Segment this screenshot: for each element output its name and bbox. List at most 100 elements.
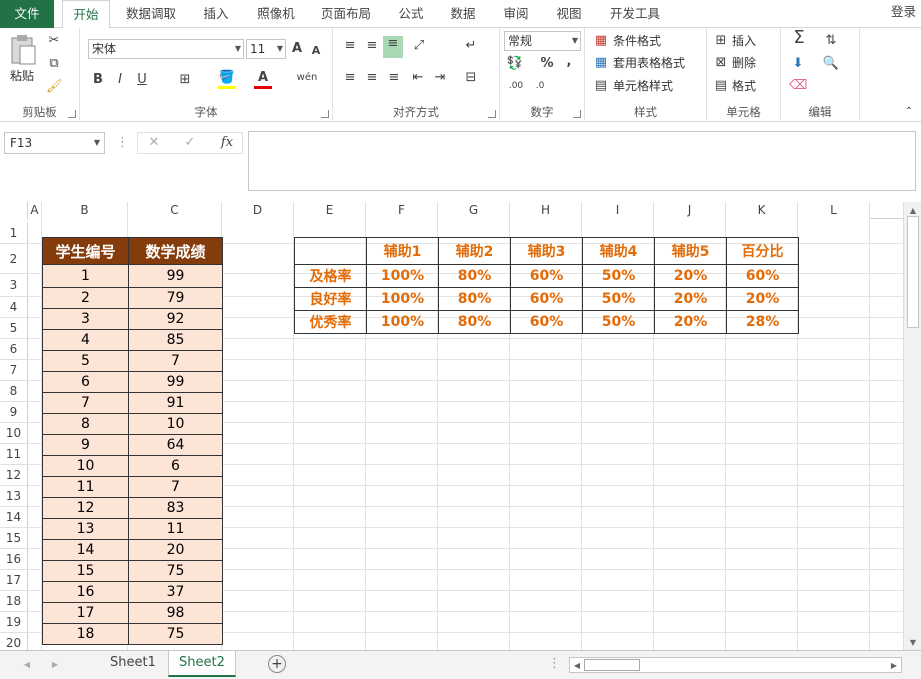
rate-value-cell[interactable]: 100%	[366, 264, 439, 288]
font-launcher-icon[interactable]	[321, 110, 329, 118]
math-score-cell[interactable]: 20	[128, 539, 223, 561]
align-right-icon[interactable]: ≡	[385, 70, 403, 86]
font-color-icon[interactable]: A	[254, 70, 272, 89]
prev-sheet-icon[interactable]: ◀	[22, 657, 32, 673]
row-header[interactable]: 15	[0, 528, 28, 549]
scroll-left-icon[interactable]: ◀	[572, 658, 582, 674]
column-header[interactable]: D	[222, 202, 294, 219]
insert-cells-button[interactable]: 插入	[732, 33, 756, 49]
student-id-cell[interactable]: 8	[42, 413, 129, 435]
math-score-cell[interactable]: 99	[128, 264, 223, 288]
enter-icon[interactable]: ✓	[182, 135, 198, 151]
rate-value-cell[interactable]: 20%	[654, 264, 727, 288]
student-id-cell[interactable]: 9	[42, 434, 129, 456]
student-id-cell[interactable]: 3	[42, 308, 129, 330]
comma-button[interactable]: ,	[564, 54, 574, 70]
table-format-button[interactable]: 套用表格格式	[613, 55, 685, 71]
autosum-icon[interactable]: Σ	[789, 29, 809, 47]
row-header[interactable]: 1	[0, 223, 28, 244]
rate-value-cell[interactable]: 50%	[582, 310, 655, 334]
tab-view[interactable]: 视图	[550, 0, 588, 28]
select-all-corner[interactable]	[0, 202, 28, 219]
rate-value-cell[interactable]: 28%	[726, 310, 799, 334]
rate-value-cell[interactable]: 60%	[510, 287, 583, 311]
align-bottom-icon[interactable]: ≡	[383, 36, 403, 58]
scroll-right-icon[interactable]: ▶	[889, 658, 899, 674]
row-header[interactable]: 8	[0, 381, 28, 402]
tab-file[interactable]: 文件	[0, 0, 54, 28]
column-header[interactable]: E	[294, 202, 366, 219]
alignment-launcher-icon[interactable]	[488, 110, 496, 118]
student-id-cell[interactable]: 10	[42, 455, 129, 477]
corner-cell[interactable]	[294, 237, 367, 265]
number-launcher-icon[interactable]	[573, 110, 581, 118]
align-top-icon[interactable]: ≡	[341, 38, 359, 54]
rate-label-cell[interactable]: 良好率	[294, 287, 367, 311]
cell-styles-button[interactable]: 单元格样式	[613, 78, 673, 94]
helper-header-cell[interactable]: 百分比	[726, 237, 799, 265]
student-id-cell[interactable]: 1	[42, 264, 129, 288]
vertical-scrollbar[interactable]: ▲ ▼	[903, 202, 921, 651]
rate-summary-table[interactable]: 辅助1 辅助2 辅助3 辅助4 辅助5 百分比 及格率 100% 80% 60% 50% 20% 60%…	[294, 237, 799, 334]
rate-value-cell[interactable]: 60%	[510, 264, 583, 288]
rate-value-cell[interactable]: 80%	[438, 310, 511, 334]
copy-icon[interactable]: ⧉	[46, 56, 62, 72]
rate-value-cell[interactable]: 20%	[726, 287, 799, 311]
sheet-tab-sheet1[interactable]: Sheet1	[100, 651, 166, 677]
row-header[interactable]: 17	[0, 570, 28, 591]
student-id-cell[interactable]: 18	[42, 623, 129, 645]
rate-value-cell[interactable]: 20%	[654, 287, 727, 311]
increase-decimal-icon[interactable]: .00	[506, 78, 526, 94]
math-score-cell[interactable]: 10	[128, 413, 223, 435]
row-header[interactable]: 11	[0, 444, 28, 465]
student-id-cell[interactable]: 14	[42, 539, 129, 561]
align-center-icon[interactable]: ≡	[363, 70, 381, 86]
underline-button[interactable]: U	[134, 72, 150, 88]
header-student-id[interactable]: 学生编号	[42, 237, 129, 265]
login-link[interactable]: 登录	[891, 0, 921, 28]
column-header[interactable]: C	[128, 202, 222, 219]
increase-indent-icon[interactable]: ⇥	[431, 70, 449, 86]
row-header[interactable]: 18	[0, 591, 28, 612]
rate-value-cell[interactable]: 50%	[582, 264, 655, 288]
rate-value-cell[interactable]: 80%	[438, 287, 511, 311]
student-id-cell[interactable]: 13	[42, 518, 129, 540]
align-left-icon[interactable]: ≡	[341, 70, 359, 86]
rate-value-cell[interactable]: 100%	[366, 287, 439, 311]
column-header[interactable]: A	[28, 202, 42, 219]
math-score-cell[interactable]: 7	[128, 476, 223, 498]
math-score-cell[interactable]: 91	[128, 392, 223, 414]
row-header[interactable]: 3	[0, 274, 28, 297]
math-score-cell[interactable]: 7	[128, 350, 223, 372]
student-id-cell[interactable]: 4	[42, 329, 129, 351]
math-score-cell[interactable]: 79	[128, 287, 223, 309]
name-box[interactable]: F13 ▼	[4, 132, 105, 154]
math-score-cell[interactable]: 83	[128, 497, 223, 519]
student-id-cell[interactable]: 5	[42, 350, 129, 372]
tab-split-icon[interactable]: ⋮	[548, 656, 561, 672]
orientation-icon[interactable]: ⤢	[409, 38, 429, 54]
header-math-score[interactable]: 数学成绩	[128, 237, 223, 265]
student-id-cell[interactable]: 6	[42, 371, 129, 393]
math-score-cell[interactable]: 37	[128, 581, 223, 603]
clear-icon[interactable]: ⌫	[789, 78, 807, 94]
row-header[interactable]: 14	[0, 507, 28, 528]
horizontal-scrollbar[interactable]: ◀ ▶	[569, 657, 902, 673]
helper-header-cell[interactable]: 辅助4	[582, 237, 655, 265]
clipboard-launcher-icon[interactable]	[68, 110, 76, 118]
student-id-cell[interactable]: 2	[42, 287, 129, 309]
phonetic-icon[interactable]: wén	[296, 70, 318, 86]
column-header[interactable]: G	[438, 202, 510, 219]
rate-value-cell[interactable]: 60%	[726, 264, 799, 288]
sort-filter-icon[interactable]: ⇅	[821, 33, 841, 49]
student-id-cell[interactable]: 12	[42, 497, 129, 519]
math-score-cell[interactable]: 6	[128, 455, 223, 477]
rate-value-cell[interactable]: 80%	[438, 264, 511, 288]
rate-label-cell[interactable]: 优秀率	[294, 310, 367, 334]
sheet-tab-sheet2[interactable]: Sheet2	[168, 651, 236, 677]
math-score-cell[interactable]: 75	[128, 560, 223, 582]
math-score-cell[interactable]: 85	[128, 329, 223, 351]
math-score-cell[interactable]: 98	[128, 602, 223, 624]
row-header[interactable]: 12	[0, 465, 28, 486]
format-cells-button[interactable]: 格式	[732, 78, 756, 94]
